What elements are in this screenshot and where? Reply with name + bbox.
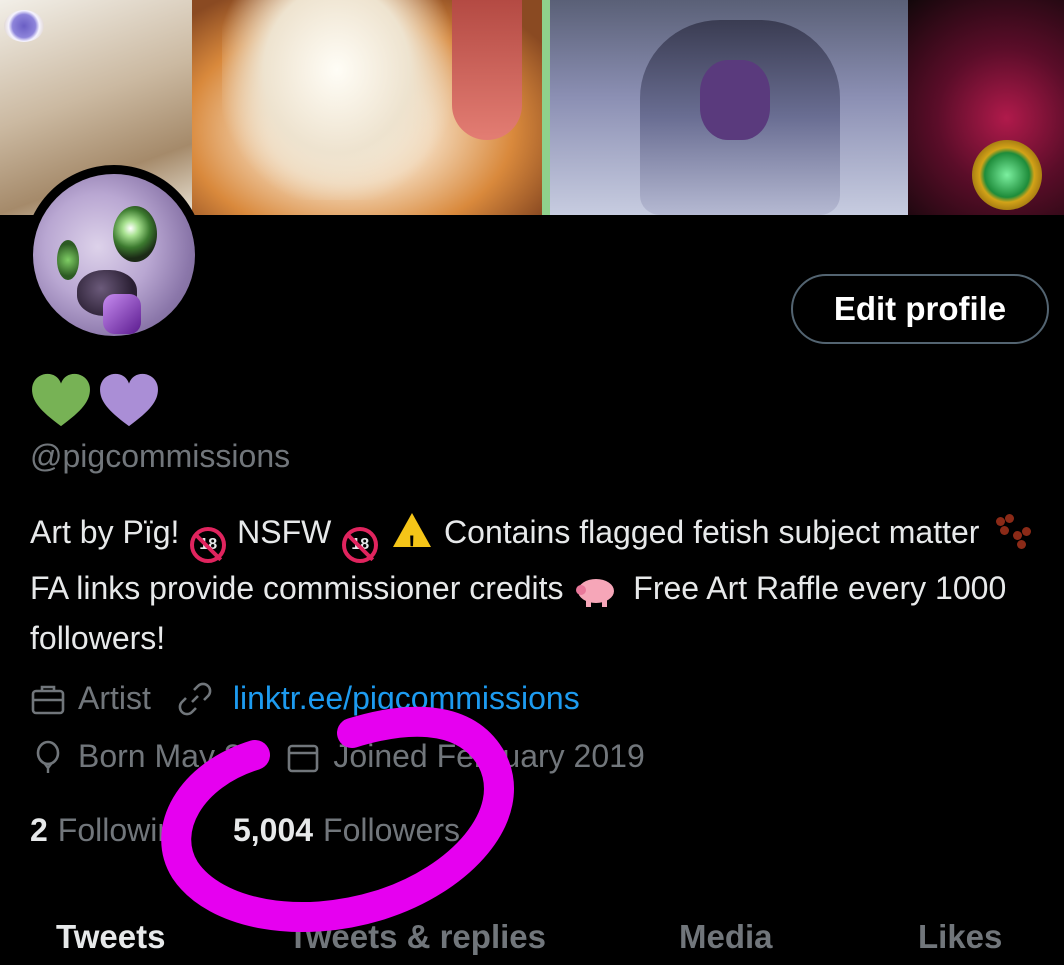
purple-heart-icon <box>100 373 158 427</box>
following-count: 2 <box>30 812 48 848</box>
green-heart-icon <box>32 373 90 427</box>
bio-text: NSFW <box>237 514 332 550</box>
banner-divider <box>542 0 550 215</box>
bio-text: Contains flagged fetish subject matter <box>444 514 980 550</box>
followers-link[interactable]: 5,004 Followers <box>233 812 460 849</box>
bio-text: Art by Pïg! <box>30 514 180 550</box>
followers-label: Followers <box>323 812 460 848</box>
banner-artwork-2 <box>192 0 542 215</box>
link-icon <box>178 682 212 715</box>
balloon-icon <box>36 740 60 773</box>
calendar-icon <box>288 744 319 772</box>
username-handle: @pigcommissions <box>30 438 291 474</box>
no-under-18-icon: 18 <box>342 527 379 563</box>
paw-prints-icon <box>994 513 1032 549</box>
edit-profile-button[interactable]: Edit profile <box>791 274 1049 344</box>
banner-artwork-3 <box>550 0 908 215</box>
following-link[interactable]: 2 Following <box>30 812 193 849</box>
banner-artwork-4 <box>908 0 1064 215</box>
followers-count: 5,004 <box>232 812 314 848</box>
profile-tabs: Tweets Tweets & replies Media Likes <box>0 910 1064 965</box>
profile-website-link[interactable]: linktr.ee/pigcommissions <box>233 680 580 717</box>
warning-icon <box>393 513 432 569</box>
joined-date: Joined February 2019 <box>333 738 645 774</box>
profile-category: Artist <box>78 680 151 716</box>
display-name <box>30 372 160 428</box>
profile-meta-row: Artist linktr.ee/pigcommissions <box>30 680 580 717</box>
briefcase-icon <box>31 685 65 714</box>
follow-stats: 2 Following 5,004 Followers <box>30 812 460 849</box>
avatar[interactable] <box>33 174 195 336</box>
bio-text: FA links provide commissioner credits <box>30 570 564 606</box>
tab-tweets-and-replies[interactable]: Tweets & replies <box>288 918 546 956</box>
tab-media[interactable]: Media <box>679 918 773 956</box>
no-under-18-icon: 18 <box>190 527 227 563</box>
birthday-text: Born May 27 <box>78 738 260 774</box>
tab-likes[interactable]: Likes <box>918 918 1002 956</box>
following-label: Following <box>57 812 193 848</box>
profile-meta-row: Born May 27 Joined February 2019 <box>30 738 645 775</box>
avatar-frame[interactable] <box>24 165 204 345</box>
profile-bio: Art by Pïg! 18 NSFW 18 Contains flagged … <box>30 507 1040 663</box>
pig-icon <box>576 573 620 607</box>
tab-tweets[interactable]: Tweets <box>56 918 165 956</box>
